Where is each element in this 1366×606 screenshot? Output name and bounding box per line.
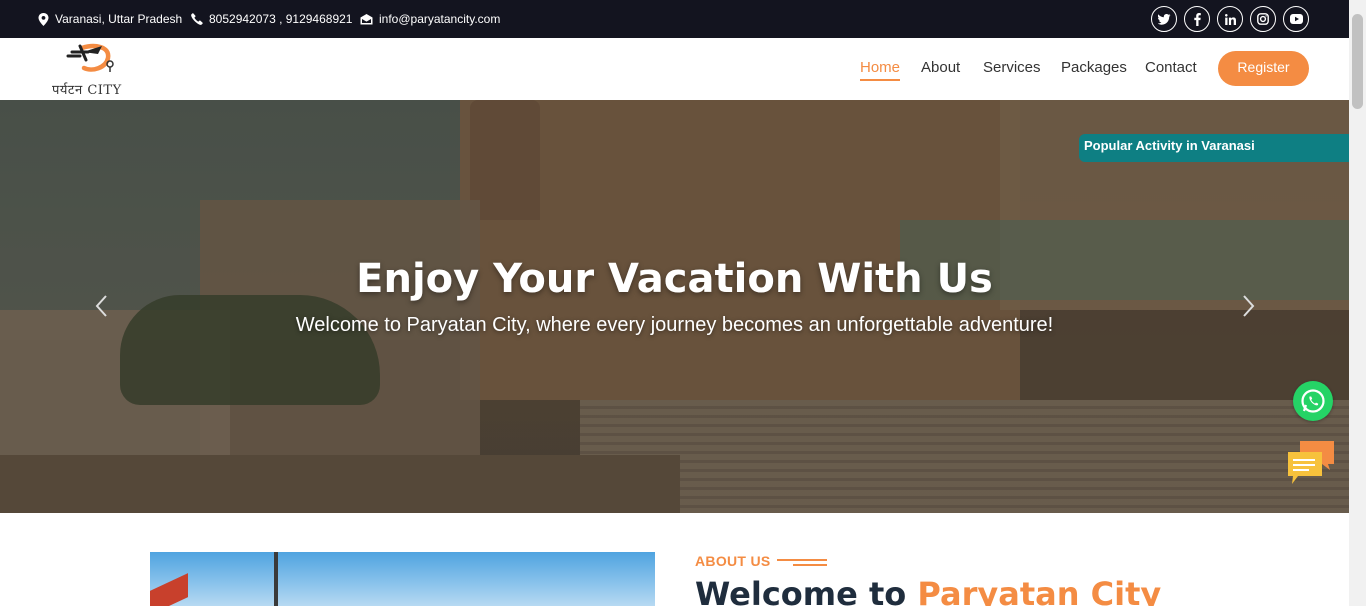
logo-mark-icon [66,43,114,72]
instagram-icon[interactable] [1250,6,1276,32]
location-text: Varanasi, Uttar Pradesh [55,12,183,26]
chat-widget-icon[interactable] [1286,440,1336,486]
about-heading-accent: Paryatan City [917,575,1162,606]
phone-info[interactable]: 8052942073 , 9129468921 [191,0,352,38]
phone-text: 8052942073 , 9129468921 [209,12,353,26]
nav-contact[interactable]: Contact [1145,38,1197,100]
linkedin-icon[interactable] [1217,6,1243,32]
page-scrollbar[interactable] [1349,0,1366,606]
map-pin-icon [38,12,49,26]
hero-slider: Enjoy Your Vacation With Us Welcome to P… [0,100,1349,513]
facebook-icon[interactable] [1184,6,1210,32]
email-text: info@paryatancity.com [379,12,501,26]
about-image [150,552,655,606]
twitter-icon[interactable] [1151,6,1177,32]
scrollbar-thumb[interactable] [1352,14,1363,109]
main-navbar: पर्यटन CITY Home About Services Packages… [0,38,1349,100]
nav-home[interactable]: Home [860,38,901,100]
site-logo[interactable]: पर्यटन CITY [50,42,128,98]
chevron-left-icon[interactable] [90,292,114,320]
location-info: Varanasi, Uttar Pradesh [38,0,182,38]
top-info-bar: Varanasi, Uttar Pradesh 8052942073 , 912… [0,0,1349,38]
about-divider [777,559,827,569]
image-flag [150,573,188,606]
phone-icon [191,13,203,25]
nav-about[interactable]: About [921,38,960,100]
chevron-right-icon[interactable] [1236,292,1260,320]
whatsapp-icon[interactable] [1293,381,1333,421]
nav-packages[interactable]: Packages [1061,38,1127,100]
popular-activity-tab[interactable]: Popular Activity in Varanasi [1079,134,1349,162]
logo-text: पर्यटन CITY [52,83,122,98]
about-heading-prefix: Welcome to [695,575,918,606]
about-heading: Welcome to Paryatan City [695,575,1161,606]
envelope-icon [360,13,373,24]
nav-services[interactable]: Services [983,38,1041,100]
about-label: ABOUT US [695,553,771,569]
hero-subtitle: Welcome to Paryatan City, where every jo… [295,314,1054,336]
youtube-icon[interactable] [1283,6,1309,32]
image-pole [274,552,278,606]
email-info[interactable]: info@paryatancity.com [360,0,500,38]
hero-title: Enjoy Your Vacation With Us [356,256,993,302]
page: Varanasi, Uttar Pradesh 8052942073 , 912… [0,0,1349,606]
register-button[interactable]: Register [1218,51,1309,86]
